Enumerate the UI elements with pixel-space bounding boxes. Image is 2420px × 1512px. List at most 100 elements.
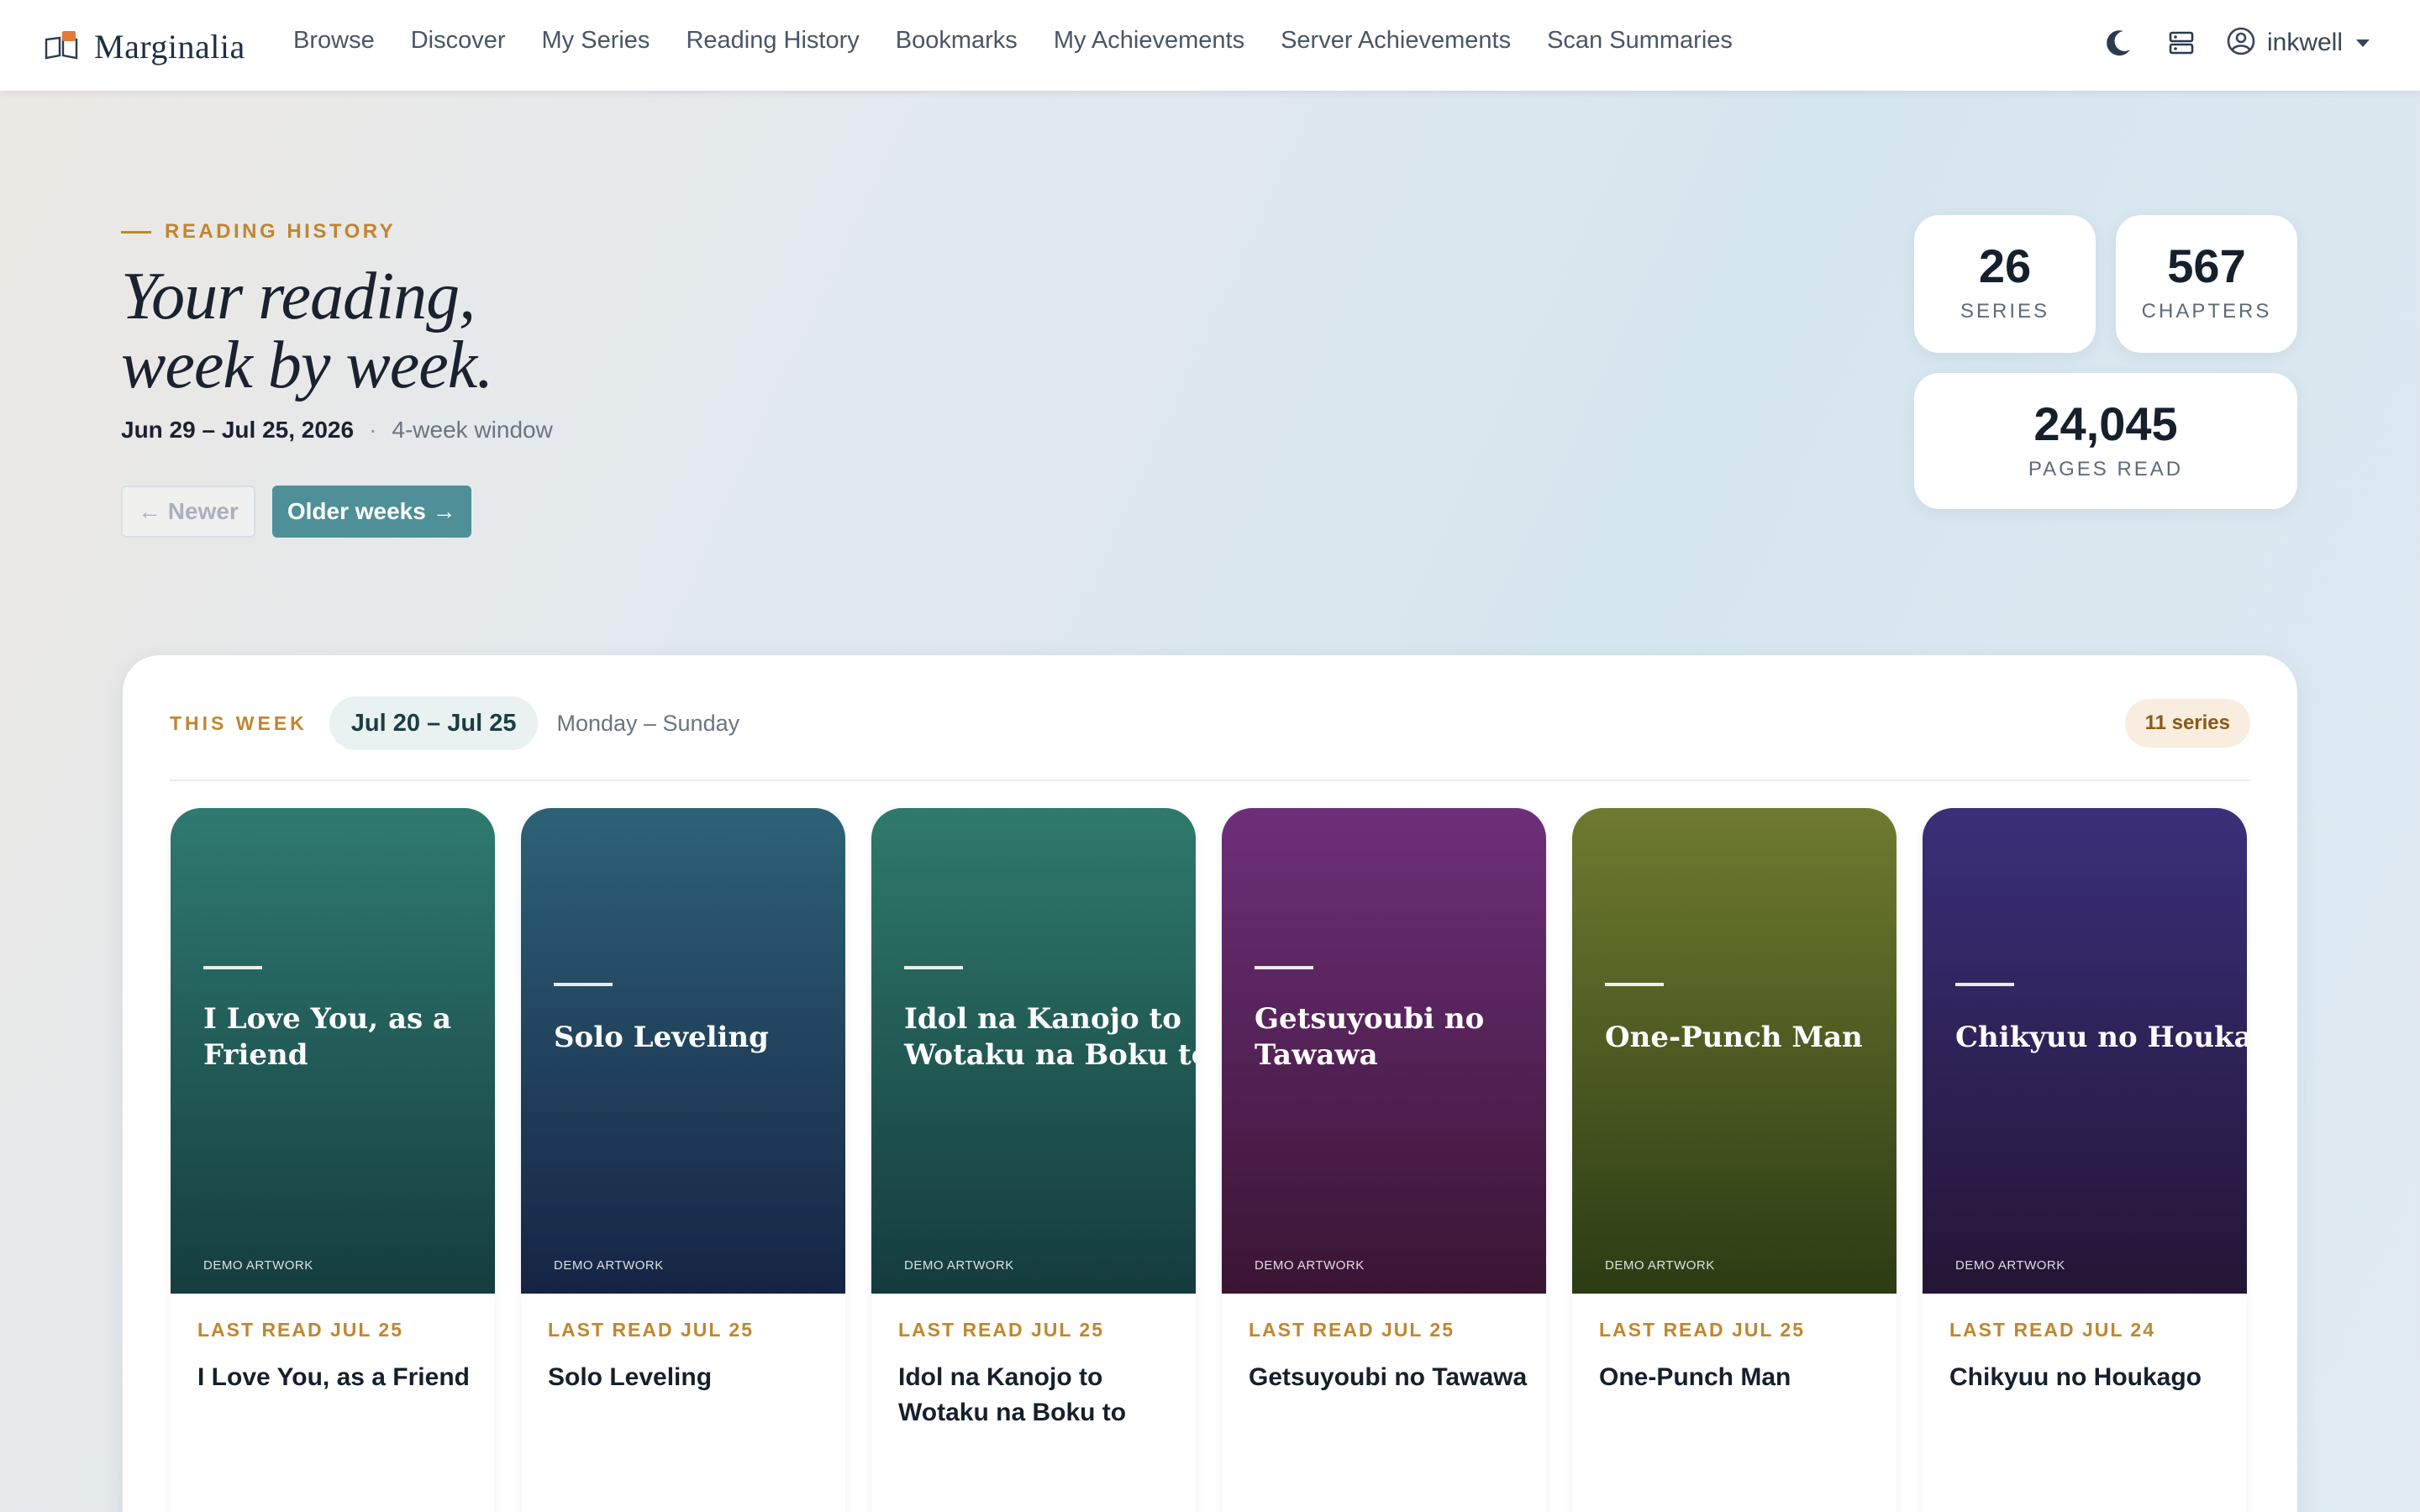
week-pager: ← Newer Older weeks → xyxy=(121,486,553,538)
series-title[interactable]: Chikyuu no Houkago xyxy=(1949,1360,2230,1431)
series-cover[interactable]: I Love You, as a Friend DEMO ARTWORK xyxy=(171,808,495,1294)
series-card[interactable]: Idol na Kanojo to Wotaku na Boku to DEMO A… xyxy=(871,808,1196,1512)
series-card[interactable]: One-Punch Man DEMO ARTWORK LAST READ JUL 2… xyxy=(1572,808,1897,1512)
user-name: inkwell xyxy=(2266,29,2343,56)
series-cover[interactable]: Getsuyoubi no Tawawa DEMO ARTWORK xyxy=(1222,808,1546,1294)
cover-title: Idol na Kanojo to Wotaku na Boku to xyxy=(904,1001,1196,1074)
last-read-date: LAST READ JUL 25 xyxy=(898,1319,1105,1341)
stat-chapters-value: 567 xyxy=(2167,239,2246,292)
cover-title: One-Punch Man xyxy=(1605,1020,1888,1056)
caret-down-icon xyxy=(2356,39,2370,47)
cover-rule xyxy=(1605,983,1664,986)
week-panel: THIS WEEK Jul 20 – Jul 25 Monday – Sunda… xyxy=(123,655,2297,1512)
demo-artwork-label: DEMO ARTWORK xyxy=(554,1258,664,1273)
series-cover[interactable]: Solo Leveling DEMO ARTWORK xyxy=(521,808,845,1294)
demo-artwork-label: DEMO ARTWORK xyxy=(904,1258,1014,1273)
stat-series-value: 26 xyxy=(1978,239,2032,292)
series-title[interactable]: One-Punch Man xyxy=(1599,1360,1880,1431)
series-card-body: LAST READ JUL 24 Chikyuu no Houkago xyxy=(1949,1319,2230,1431)
moon-icon[interactable] xyxy=(2099,24,2136,61)
date-row: Jun 29 – Jul 25, 2026 · 4-week window xyxy=(121,417,553,444)
cover-rule xyxy=(203,966,262,969)
series-card[interactable]: Solo Leveling DEMO ARTWORK LAST READ JUL 2… xyxy=(521,808,845,1512)
cover-rule xyxy=(904,966,963,969)
panel-divider xyxy=(170,780,2250,781)
stat-series-label: SERIES xyxy=(1960,300,2050,323)
cover-title: Solo Leveling xyxy=(554,1020,837,1056)
nav-right: inkwell xyxy=(2072,24,2370,62)
cover-title-line: Chikyuu no Houkago xyxy=(1955,1021,2247,1054)
last-read-date: LAST READ JUL 25 xyxy=(197,1319,404,1341)
series-title[interactable]: Solo Leveling xyxy=(548,1360,829,1431)
page-title-line-1: Your reading, xyxy=(121,260,476,333)
series-title[interactable]: I Love You, as a Friend xyxy=(197,1360,478,1431)
cover-rule xyxy=(1255,966,1313,969)
nav-link-browse[interactable]: Browse xyxy=(293,27,375,55)
nav-links: Browse Discover My Series Reading Histor… xyxy=(293,27,1769,55)
series-card-body: LAST READ JUL 25 Getsuyoubi no Tawawa xyxy=(1249,1319,1529,1431)
this-week-label: THIS WEEK xyxy=(170,711,308,734)
last-read-date: LAST READ JUL 25 xyxy=(1249,1319,1455,1341)
demo-artwork-label: DEMO ARTWORK xyxy=(1255,1258,1365,1273)
page-title: Your reading, week by week. xyxy=(121,262,553,400)
series-card-body: LAST READ JUL 25 Solo Leveling xyxy=(548,1319,829,1431)
brand-name: Marginalia xyxy=(94,27,245,66)
series-cover[interactable]: Idol na Kanojo to Wotaku na Boku to DEMO A… xyxy=(871,808,1196,1294)
stat-pages-read: 24,045 PAGES READ xyxy=(1914,373,2297,509)
series-title[interactable]: Idol na Kanojo to Wotaku na Boku to xyxy=(898,1360,1179,1431)
nav-link-discover[interactable]: Discover xyxy=(411,27,506,55)
separator-dot: · xyxy=(369,417,377,443)
series-cover[interactable]: One-Punch Man DEMO ARTWORK xyxy=(1572,808,1897,1294)
series-card[interactable]: I Love You, as a Friend DEMO ARTWORK LAST R… xyxy=(171,808,495,1512)
last-read-date: LAST READ JUL 24 xyxy=(1949,1319,2156,1341)
series-cover[interactable]: Chikyuu no Houkago DEMO ARTWORK xyxy=(1923,808,2247,1294)
cover-rule xyxy=(554,983,613,986)
cover-title-line: Idol na Kanojo to xyxy=(904,1002,1181,1036)
cover-title-line: Solo Leveling xyxy=(554,1021,769,1054)
series-title[interactable]: Getsuyoubi no Tawawa xyxy=(1249,1360,1529,1431)
series-count-badge: 11 series xyxy=(2124,699,2250,748)
series-card-body: LAST READ JUL 25 I Love You, as a Friend xyxy=(197,1319,478,1431)
stat-series: 26 SERIES xyxy=(1914,215,2096,353)
nav-link-scan-summaries[interactable]: Scan Summaries xyxy=(1547,27,1733,55)
cover-title-line: One-Punch Man xyxy=(1605,1021,1863,1054)
nav-link-bookmarks[interactable]: Bookmarks xyxy=(896,27,1018,55)
series-cards: I Love You, as a Friend DEMO ARTWORK LAST R… xyxy=(171,808,2273,1512)
nav-link-my-achievements[interactable]: My Achievements xyxy=(1054,27,1244,55)
page-title-line-2: week by week. xyxy=(121,328,493,402)
nav-link-server-achievements[interactable]: Server Achievements xyxy=(1281,27,1511,55)
stat-chapters: 567 CHAPTERS xyxy=(2116,215,2297,353)
week-panel-header: THIS WEEK Jul 20 – Jul 25 Monday – Sunda… xyxy=(170,696,2250,751)
cover-title-line: I Love You, as a xyxy=(203,1002,451,1036)
nav-link-reading-history[interactable]: Reading History xyxy=(686,27,859,55)
cover-title-line: Friend xyxy=(203,1038,308,1072)
server-icon[interactable] xyxy=(2163,24,2200,61)
user-menu[interactable]: inkwell xyxy=(2227,27,2370,60)
demo-artwork-label: DEMO ARTWORK xyxy=(1605,1258,1715,1273)
hero-eyebrow: READING HISTORY xyxy=(121,220,553,244)
top-navbar: Marginalia Browse Discover My Series Rea… xyxy=(0,0,2420,91)
older-weeks-button[interactable]: Older weeks → xyxy=(271,486,471,538)
nav-link-my-series[interactable]: My Series xyxy=(542,27,650,55)
date-range: Jun 29 – Jul 25, 2026 xyxy=(121,417,355,443)
brand[interactable]: Marginalia xyxy=(44,25,245,67)
cover-title-line: Wotaku na Boku to xyxy=(904,1038,1196,1072)
cover-title-line: Tawawa xyxy=(1255,1038,1378,1072)
eyebrow-dash xyxy=(121,230,151,234)
stat-chapters-label: CHAPTERS xyxy=(2141,300,2272,323)
window-label: 4-week window xyxy=(392,417,553,443)
user-circle-icon xyxy=(2227,27,2255,60)
series-card[interactable]: Getsuyoubi no Tawawa DEMO ARTWORK LAST READ… xyxy=(1222,808,1546,1512)
series-card[interactable]: Chikyuu no Houkago DEMO ARTWORK LAST READ … xyxy=(1923,808,2247,1512)
cover-title: Getsuyoubi no Tawawa xyxy=(1255,1001,1538,1074)
series-card-body: LAST READ JUL 25 One-Punch Man xyxy=(1599,1319,1880,1431)
series-card-body: LAST READ JUL 25 Idol na Kanojo to Wotaku… xyxy=(898,1319,1179,1431)
newer-button[interactable]: ← Newer xyxy=(121,486,255,538)
book-logo-icon xyxy=(44,29,79,63)
week-range-pill: Jul 20 – Jul 25 xyxy=(329,696,539,750)
hero: READING HISTORY Your reading, week by we… xyxy=(121,220,553,538)
cover-title: Chikyuu no Houkago xyxy=(1955,1020,2247,1056)
stat-pages-label: PAGES READ xyxy=(2028,458,2184,480)
eyebrow-text: READING HISTORY xyxy=(165,220,397,243)
stat-pages-value: 24,045 xyxy=(2033,397,2178,450)
